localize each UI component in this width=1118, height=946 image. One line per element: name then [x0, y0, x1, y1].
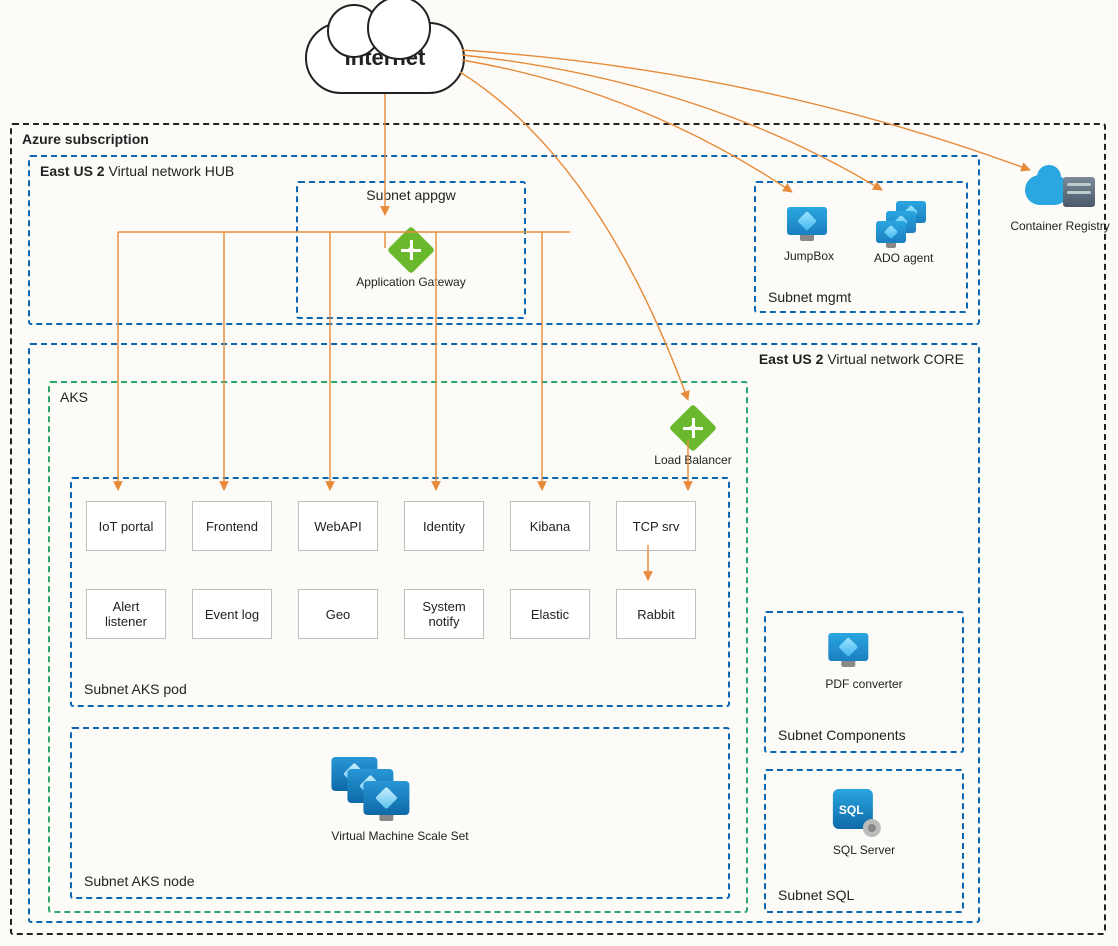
- pod-frontend: Frontend: [192, 501, 272, 551]
- pod-event-log: Event log: [192, 589, 272, 639]
- aks-label: AKS: [60, 389, 88, 405]
- subnet-aks-node-box: Virtual Machine Scale Set Subnet AKS nod…: [70, 727, 730, 899]
- sql-server-label: SQL Server: [833, 843, 895, 857]
- pod-tcp-srv: TCP srv: [616, 501, 696, 551]
- subnet-appgw-box: Subnet appgw Application Gateway: [296, 181, 526, 319]
- vnet-hub-box: East US 2 Virtual network HUB Subnet app…: [28, 155, 980, 325]
- ado-agent: ADO agent: [874, 201, 933, 265]
- load-balancer: Load Balancer: [648, 411, 738, 467]
- jumpbox: JumpBox: [784, 207, 834, 263]
- pdf-converter-label: PDF converter: [825, 677, 902, 691]
- subnet-sql-box: SQL SQL Server Subnet SQL: [764, 769, 964, 913]
- subnet-mgmt-label: Subnet mgmt: [768, 289, 851, 305]
- vmss-label: Virtual Machine Scale Set: [331, 829, 468, 843]
- vnet-hub-title: East US 2 Virtual network HUB: [40, 163, 234, 179]
- pod-webapi: WebAPI: [298, 501, 378, 551]
- subnet-aks-pod-box: IoT portal Frontend WebAPI Identity Kiba…: [70, 477, 730, 707]
- pod-system-notify: System notify: [404, 589, 484, 639]
- subnet-aks-node-label: Subnet AKS node: [84, 873, 195, 889]
- ado-agent-label: ADO agent: [874, 251, 933, 265]
- application-gateway-label: Application Gateway: [298, 275, 524, 289]
- load-balancer-label: Load Balancer: [648, 453, 738, 467]
- subscription-title: Azure subscription: [22, 131, 149, 147]
- pod-elastic: Elastic: [510, 589, 590, 639]
- pod-identity: Identity: [404, 501, 484, 551]
- pod-geo: Geo: [298, 589, 378, 639]
- pod-iot-portal: IoT portal: [86, 501, 166, 551]
- pdf-converter: PDF converter: [825, 633, 902, 691]
- subnet-aks-pod-label: Subnet AKS pod: [84, 681, 187, 697]
- subnet-sql-label: Subnet SQL: [778, 887, 854, 903]
- vmss: Virtual Machine Scale Set: [331, 757, 468, 843]
- pod-kibana: Kibana: [510, 501, 590, 551]
- subnet-appgw-label: Subnet appgw: [366, 187, 456, 203]
- internet-cloud: Internet: [305, 22, 465, 94]
- application-gateway-icon: [394, 233, 428, 267]
- subnet-components-box: PDF converter Subnet Components: [764, 611, 964, 753]
- vnet-core-title: East US 2 Virtual network CORE: [759, 351, 964, 367]
- subnet-mgmt-box: JumpBox ADO agent Subnet mgmt: [754, 181, 968, 313]
- aks-box: AKS Load Balancer IoT portal Frontend We…: [48, 381, 748, 913]
- subnet-components-label: Subnet Components: [778, 727, 906, 743]
- jumpbox-label: JumpBox: [784, 249, 834, 263]
- pod-alert-listener: Alert listener: [86, 589, 166, 639]
- sql-server: SQL SQL Server: [833, 789, 895, 857]
- azure-subscription-box: Azure subscription East US 2 Virtual net…: [10, 123, 1106, 935]
- internet-label: Internet: [345, 45, 426, 71]
- vnet-core-box: East US 2 Virtual network CORE AKS Load …: [28, 343, 980, 923]
- pod-rabbit: Rabbit: [616, 589, 696, 639]
